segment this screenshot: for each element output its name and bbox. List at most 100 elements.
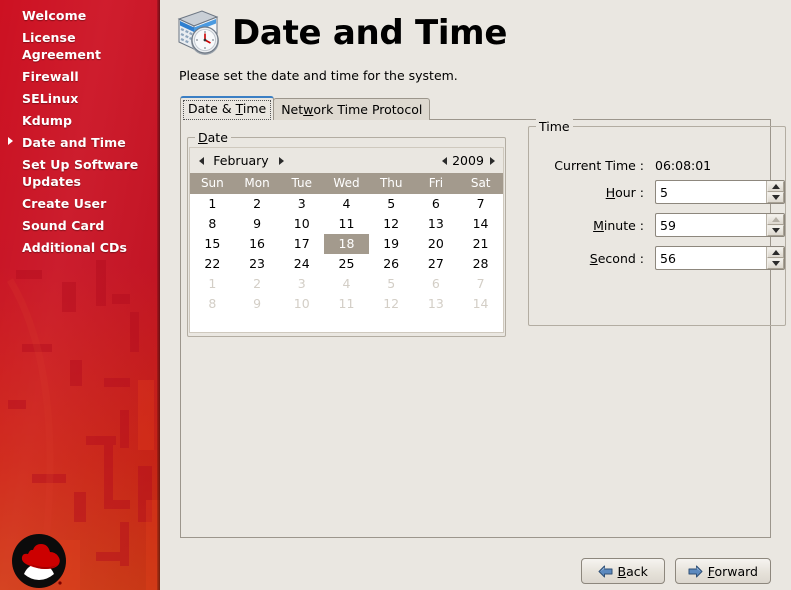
- hour-increment-button[interactable]: [767, 181, 784, 192]
- minute-mnemonic: M: [593, 218, 604, 233]
- calendar-day[interactable]: 7: [458, 194, 503, 214]
- calendar-day[interactable]: 3: [279, 194, 324, 214]
- second-input[interactable]: [656, 247, 766, 269]
- calendar-day[interactable]: 13: [414, 294, 459, 314]
- second-spin-buttons: [766, 247, 784, 269]
- calendar-day[interactable]: 9: [235, 214, 280, 234]
- calendar-day[interactable]: 1: [190, 274, 235, 294]
- hour-spin-buttons: [766, 181, 784, 203]
- calendar-day[interactable]: 20: [414, 234, 459, 254]
- calendar-day[interactable]: 14: [458, 214, 503, 234]
- calendar-day[interactable]: 1: [190, 194, 235, 214]
- second-label: Second :: [539, 251, 644, 266]
- date-group-mnemonic: D: [198, 130, 208, 145]
- sidebar-item-sound-card[interactable]: Sound Card: [0, 216, 160, 235]
- sidebar-item-label: Kdump: [22, 113, 72, 128]
- calendar-day[interactable]: 6: [414, 274, 459, 294]
- calendar-day[interactable]: 3: [279, 274, 324, 294]
- tab-date-and-time[interactable]: Date & Time: [180, 96, 274, 120]
- second-increment-button[interactable]: [767, 247, 784, 258]
- calendar-day[interactable]: 26: [369, 254, 414, 274]
- minute-spinbox[interactable]: [655, 213, 785, 237]
- footer-buttons: Back Forward: [581, 558, 771, 584]
- next-month-button[interactable]: [274, 151, 288, 171]
- triangle-right-icon: [490, 157, 495, 165]
- calendar-day[interactable]: 5: [369, 274, 414, 294]
- sidebar-item-selinux[interactable]: SELinux: [0, 89, 160, 108]
- calendar-day[interactable]: 4: [324, 194, 369, 214]
- calendar-widget[interactable]: February 2009 Sun Mon Tue Wed Thu Fri: [189, 147, 504, 333]
- sidebar-item-create-user[interactable]: Create User: [0, 194, 160, 213]
- sidebar-item-label: Welcome: [22, 8, 86, 23]
- calendar-day[interactable]: 8: [190, 214, 235, 234]
- calendar-day[interactable]: 8: [190, 294, 235, 314]
- calendar-day[interactable]: 23: [235, 254, 280, 274]
- calendar-day[interactable]: 2: [235, 194, 280, 214]
- sidebar-item-welcome[interactable]: Welcome: [0, 6, 160, 25]
- calendar-day[interactable]: 21: [458, 234, 503, 254]
- page-subtitle: Please set the date and time for the sys…: [179, 68, 458, 83]
- hour-row: Hour :: [539, 180, 785, 204]
- triangle-down-icon: [772, 195, 780, 200]
- calendar-day[interactable]: 28: [458, 254, 503, 274]
- date-group-title: Date: [195, 130, 231, 145]
- weekday-label: Mon: [235, 173, 280, 194]
- calendar-day[interactable]: 14: [458, 294, 503, 314]
- sidebar-item-set-up-software-updates[interactable]: Set Up Software Updates: [0, 155, 160, 191]
- sidebar-item-kdump[interactable]: Kdump: [0, 111, 160, 130]
- calendar-day[interactable]: 25: [324, 254, 369, 274]
- minute-row: Minute :: [539, 213, 785, 237]
- sidebar-nav: Welcome License Agreement Firewall SELin…: [0, 6, 160, 260]
- calendar-day[interactable]: 24: [279, 254, 324, 274]
- minute-decrement-button[interactable]: [767, 225, 784, 236]
- calendar-day[interactable]: 7: [458, 274, 503, 294]
- calendar-day[interactable]: 13: [414, 214, 459, 234]
- calendar-month-label: February: [208, 153, 274, 168]
- calendar-day[interactable]: 10: [279, 214, 324, 234]
- calendar-day[interactable]: 6: [414, 194, 459, 214]
- time-group-box: Time Current Time : 06:08:01 Hour :: [528, 126, 786, 326]
- sidebar-item-additional-cds[interactable]: Additional CDs: [0, 238, 160, 257]
- prev-month-button[interactable]: [194, 151, 208, 171]
- prev-year-button[interactable]: [437, 151, 451, 171]
- hour-input[interactable]: [656, 181, 766, 203]
- calendar-day[interactable]: 12: [369, 294, 414, 314]
- triangle-right-icon: [279, 157, 284, 165]
- calendar-day[interactable]: 9: [235, 294, 280, 314]
- weekday-label: Thu: [369, 173, 414, 194]
- calendar-day[interactable]: 19: [369, 234, 414, 254]
- date-group-box: Date February 2009 Sun Mon: [187, 137, 506, 337]
- minute-increment-button[interactable]: [767, 214, 784, 225]
- back-button-label: Back: [618, 564, 648, 579]
- calendar-day[interactable]: 17: [279, 234, 324, 254]
- hour-spinbox[interactable]: [655, 180, 785, 204]
- hour-label: Hour :: [539, 185, 644, 200]
- sidebar-item-firewall[interactable]: Firewall: [0, 67, 160, 86]
- calendar-day[interactable]: 12: [369, 214, 414, 234]
- calendar-day[interactable]: 5: [369, 194, 414, 214]
- red-hat-shadowman-logo: [8, 530, 70, 590]
- calendar-day[interactable]: 11: [324, 294, 369, 314]
- next-year-button[interactable]: [485, 151, 499, 171]
- hour-decrement-button[interactable]: [767, 192, 784, 203]
- sidebar-item-license-agreement[interactable]: License Agreement: [0, 28, 160, 64]
- second-spinbox[interactable]: [655, 246, 785, 270]
- minute-input[interactable]: [656, 214, 766, 236]
- calendar-day[interactable]: 15: [190, 234, 235, 254]
- forward-button[interactable]: Forward: [675, 558, 771, 584]
- tab-network-time-protocol[interactable]: Network Time Protocol: [273, 98, 430, 120]
- calendar-day[interactable]: 11: [324, 214, 369, 234]
- calendar-day-grid: 1234567891011121314151617181920212223242…: [190, 194, 503, 314]
- calendar-day-selected[interactable]: 18: [324, 234, 369, 254]
- triangle-left-icon: [442, 157, 447, 165]
- calendar-day[interactable]: 10: [279, 294, 324, 314]
- calendar-day[interactable]: 16: [235, 234, 280, 254]
- sidebar-item-date-and-time[interactable]: Date and Time: [0, 133, 160, 152]
- calendar-weekday-header: Sun Mon Tue Wed Thu Fri Sat: [190, 173, 503, 194]
- calendar-day[interactable]: 22: [190, 254, 235, 274]
- back-button[interactable]: Back: [581, 558, 665, 584]
- calendar-day[interactable]: 4: [324, 274, 369, 294]
- calendar-day[interactable]: 27: [414, 254, 459, 274]
- calendar-day[interactable]: 2: [235, 274, 280, 294]
- second-decrement-button[interactable]: [767, 258, 784, 269]
